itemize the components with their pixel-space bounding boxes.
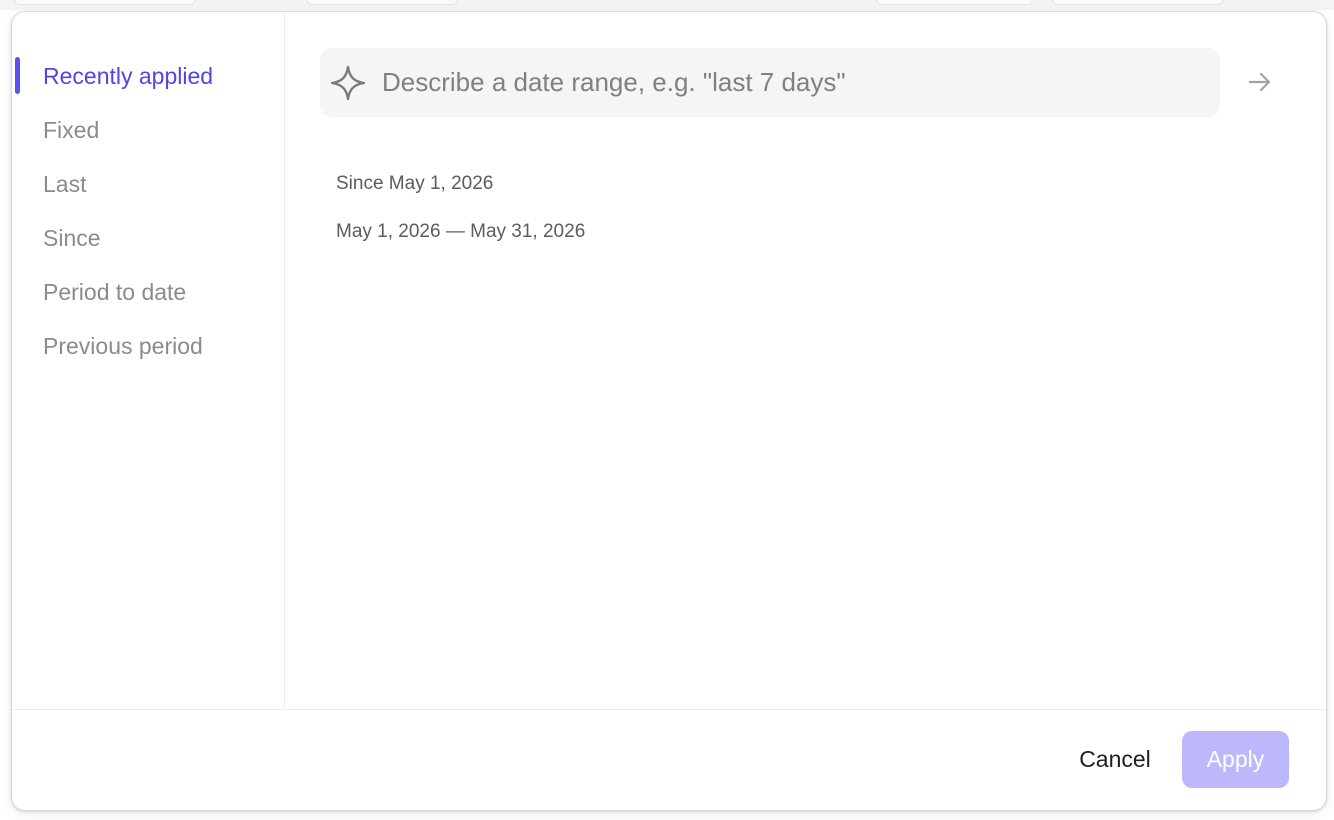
background-chip <box>306 0 458 5</box>
sidebar-item-recently-applied[interactable]: Recently applied <box>43 61 213 91</box>
sidebar-item-period-to-date[interactable]: Period to date <box>43 277 186 307</box>
date-range-sidebar: Recently applied Fixed Last Since Period… <box>12 12 285 709</box>
arrow-right-icon[interactable] <box>1246 68 1274 96</box>
background-chip <box>876 0 1033 5</box>
background-chip <box>14 0 196 5</box>
sidebar-item-fixed[interactable]: Fixed <box>43 115 99 145</box>
sparkle-icon <box>330 65 366 101</box>
date-range-dialog: Recently applied Fixed Last Since Period… <box>11 11 1327 811</box>
sidebar-item-last[interactable]: Last <box>43 169 86 199</box>
background-chip <box>1052 0 1224 5</box>
sidebar-item-previous-period[interactable]: Previous period <box>43 331 203 361</box>
dialog-footer: Cancel Apply <box>12 709 1326 810</box>
search-box[interactable] <box>320 48 1220 117</box>
active-indicator <box>15 57 20 94</box>
sidebar-item-since[interactable]: Since <box>43 223 101 253</box>
recent-range-item[interactable]: May 1, 2026 — May 31, 2026 <box>336 220 585 244</box>
recent-range-item[interactable]: Since May 1, 2026 <box>336 172 493 196</box>
background-toolbar <box>0 0 1334 10</box>
date-range-search-input[interactable] <box>382 48 1202 117</box>
apply-button[interactable]: Apply <box>1182 731 1289 788</box>
cancel-button[interactable]: Cancel <box>1062 731 1168 787</box>
